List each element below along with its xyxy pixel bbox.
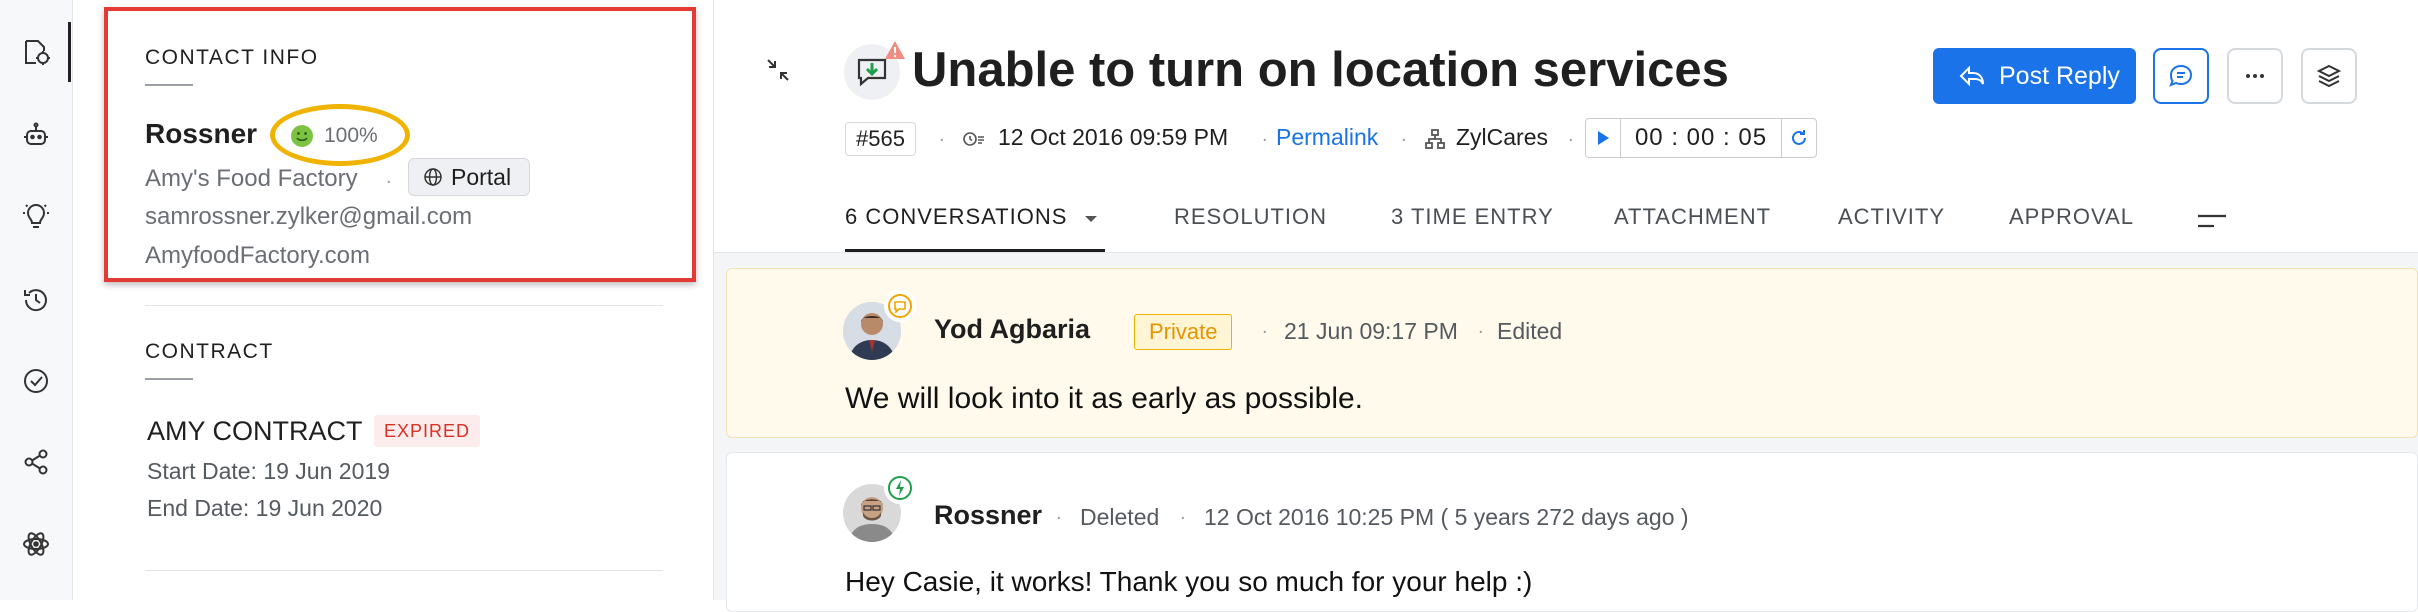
comment-icon <box>2169 64 2193 87</box>
more-options-button[interactable] <box>2227 48 2283 104</box>
permalink-link[interactable]: Permalink <box>1276 124 1378 151</box>
private-note-icon <box>884 290 916 322</box>
conversation-time: 21 Jun 09:17 PM <box>1284 318 1458 344</box>
conversation-body: We will look into it as early as possibl… <box>845 382 1363 415</box>
comment-button[interactable] <box>2153 48 2209 104</box>
separator-dot: . <box>1180 502 1186 524</box>
conversation-edited: Edited <box>1497 318 1563 344</box>
tab-resolution[interactable]: RESOLUTION <box>1174 204 1327 230</box>
ticket-info-icon[interactable] <box>18 34 54 70</box>
conversation-time: 12 Oct 2016 10:25 PM ( 5 years 272 days … <box>1204 504 1689 530</box>
conversation-body: Hey Casie, it works! Thank you so much f… <box>845 566 1533 597</box>
history-icon[interactable] <box>18 282 54 318</box>
tab-conversations[interactable]: 6 CONVERSATIONS <box>845 204 1067 230</box>
tab-activity[interactable]: ACTIVITY <box>1838 204 1945 230</box>
private-tag: Private <box>1134 314 1233 350</box>
conversation-status: Deleted <box>1080 504 1160 530</box>
bot-icon[interactable] <box>18 117 54 153</box>
conversation-author[interactable]: Yod Agbaria <box>934 314 1090 345</box>
section-divider <box>145 305 663 306</box>
tab-time-entry[interactable]: 3 TIME ENTRY <box>1391 204 1554 230</box>
rail-active-indicator <box>68 22 71 82</box>
annotation-highlight-box <box>104 7 696 282</box>
section-divider <box>145 570 663 571</box>
ticket-created-time: 12 Oct 2016 09:59 PM <box>998 124 1229 150</box>
more-icon <box>2246 74 2264 78</box>
separator-dot: . <box>1262 316 1268 338</box>
separator-dot: . <box>1262 124 1268 146</box>
contract-status-badge: EXPIRED <box>374 415 481 447</box>
tab-menu-icon[interactable] <box>2196 210 2228 232</box>
layers-button[interactable] <box>2301 48 2357 104</box>
tab-approval[interactable]: APPROVAL <box>2009 204 2134 230</box>
contract-title: CONTRACT <box>145 340 274 363</box>
share-icon[interactable] <box>18 444 54 480</box>
check-circle-icon[interactable] <box>18 363 54 399</box>
separator-dot: . <box>1401 124 1407 146</box>
contract-start-date: Start Date: 19 Jun 2019 <box>147 458 390 484</box>
idea-icon[interactable] <box>18 199 54 235</box>
separator-dot: . <box>1568 124 1574 146</box>
collapse-icon[interactable] <box>764 56 792 84</box>
tab-attachment[interactable]: ATTACHMENT <box>1614 204 1771 230</box>
separator-dot: . <box>939 124 945 146</box>
separator-dot: . <box>1056 502 1062 524</box>
icon-rail <box>0 0 73 600</box>
contract-end-date: End Date: 19 Jun 2020 <box>147 495 383 521</box>
warning-icon <box>885 41 905 59</box>
ticket-title: Unable to turn on location services <box>912 43 1729 97</box>
ticket-timer: 00 : 00 : 05 <box>1585 118 1817 158</box>
ticket-id: #565 <box>845 122 916 156</box>
department-icon <box>1425 129 1445 149</box>
contract-rule <box>145 378 193 380</box>
layers-icon <box>2316 64 2342 88</box>
department-name[interactable]: ZylCares <box>1456 124 1548 151</box>
chevron-down-icon[interactable] <box>1082 212 1100 226</box>
contract-name[interactable]: AMY CONTRACT <box>147 416 363 447</box>
conversation-author[interactable]: Rossner <box>934 500 1042 531</box>
customer-reply-icon <box>884 472 916 504</box>
play-icon[interactable] <box>1586 119 1621 157</box>
reply-icon <box>1959 65 1984 87</box>
atom-icon[interactable] <box>18 526 54 562</box>
post-reply-button[interactable]: Post Reply <box>1933 48 2136 104</box>
post-reply-label: Post Reply <box>1999 61 2120 90</box>
clock-icon <box>963 132 984 146</box>
refresh-icon[interactable] <box>1782 119 1816 157</box>
timer-value: 00 : 00 : 05 <box>1621 119 1782 157</box>
separator-dot: . <box>1478 316 1484 338</box>
